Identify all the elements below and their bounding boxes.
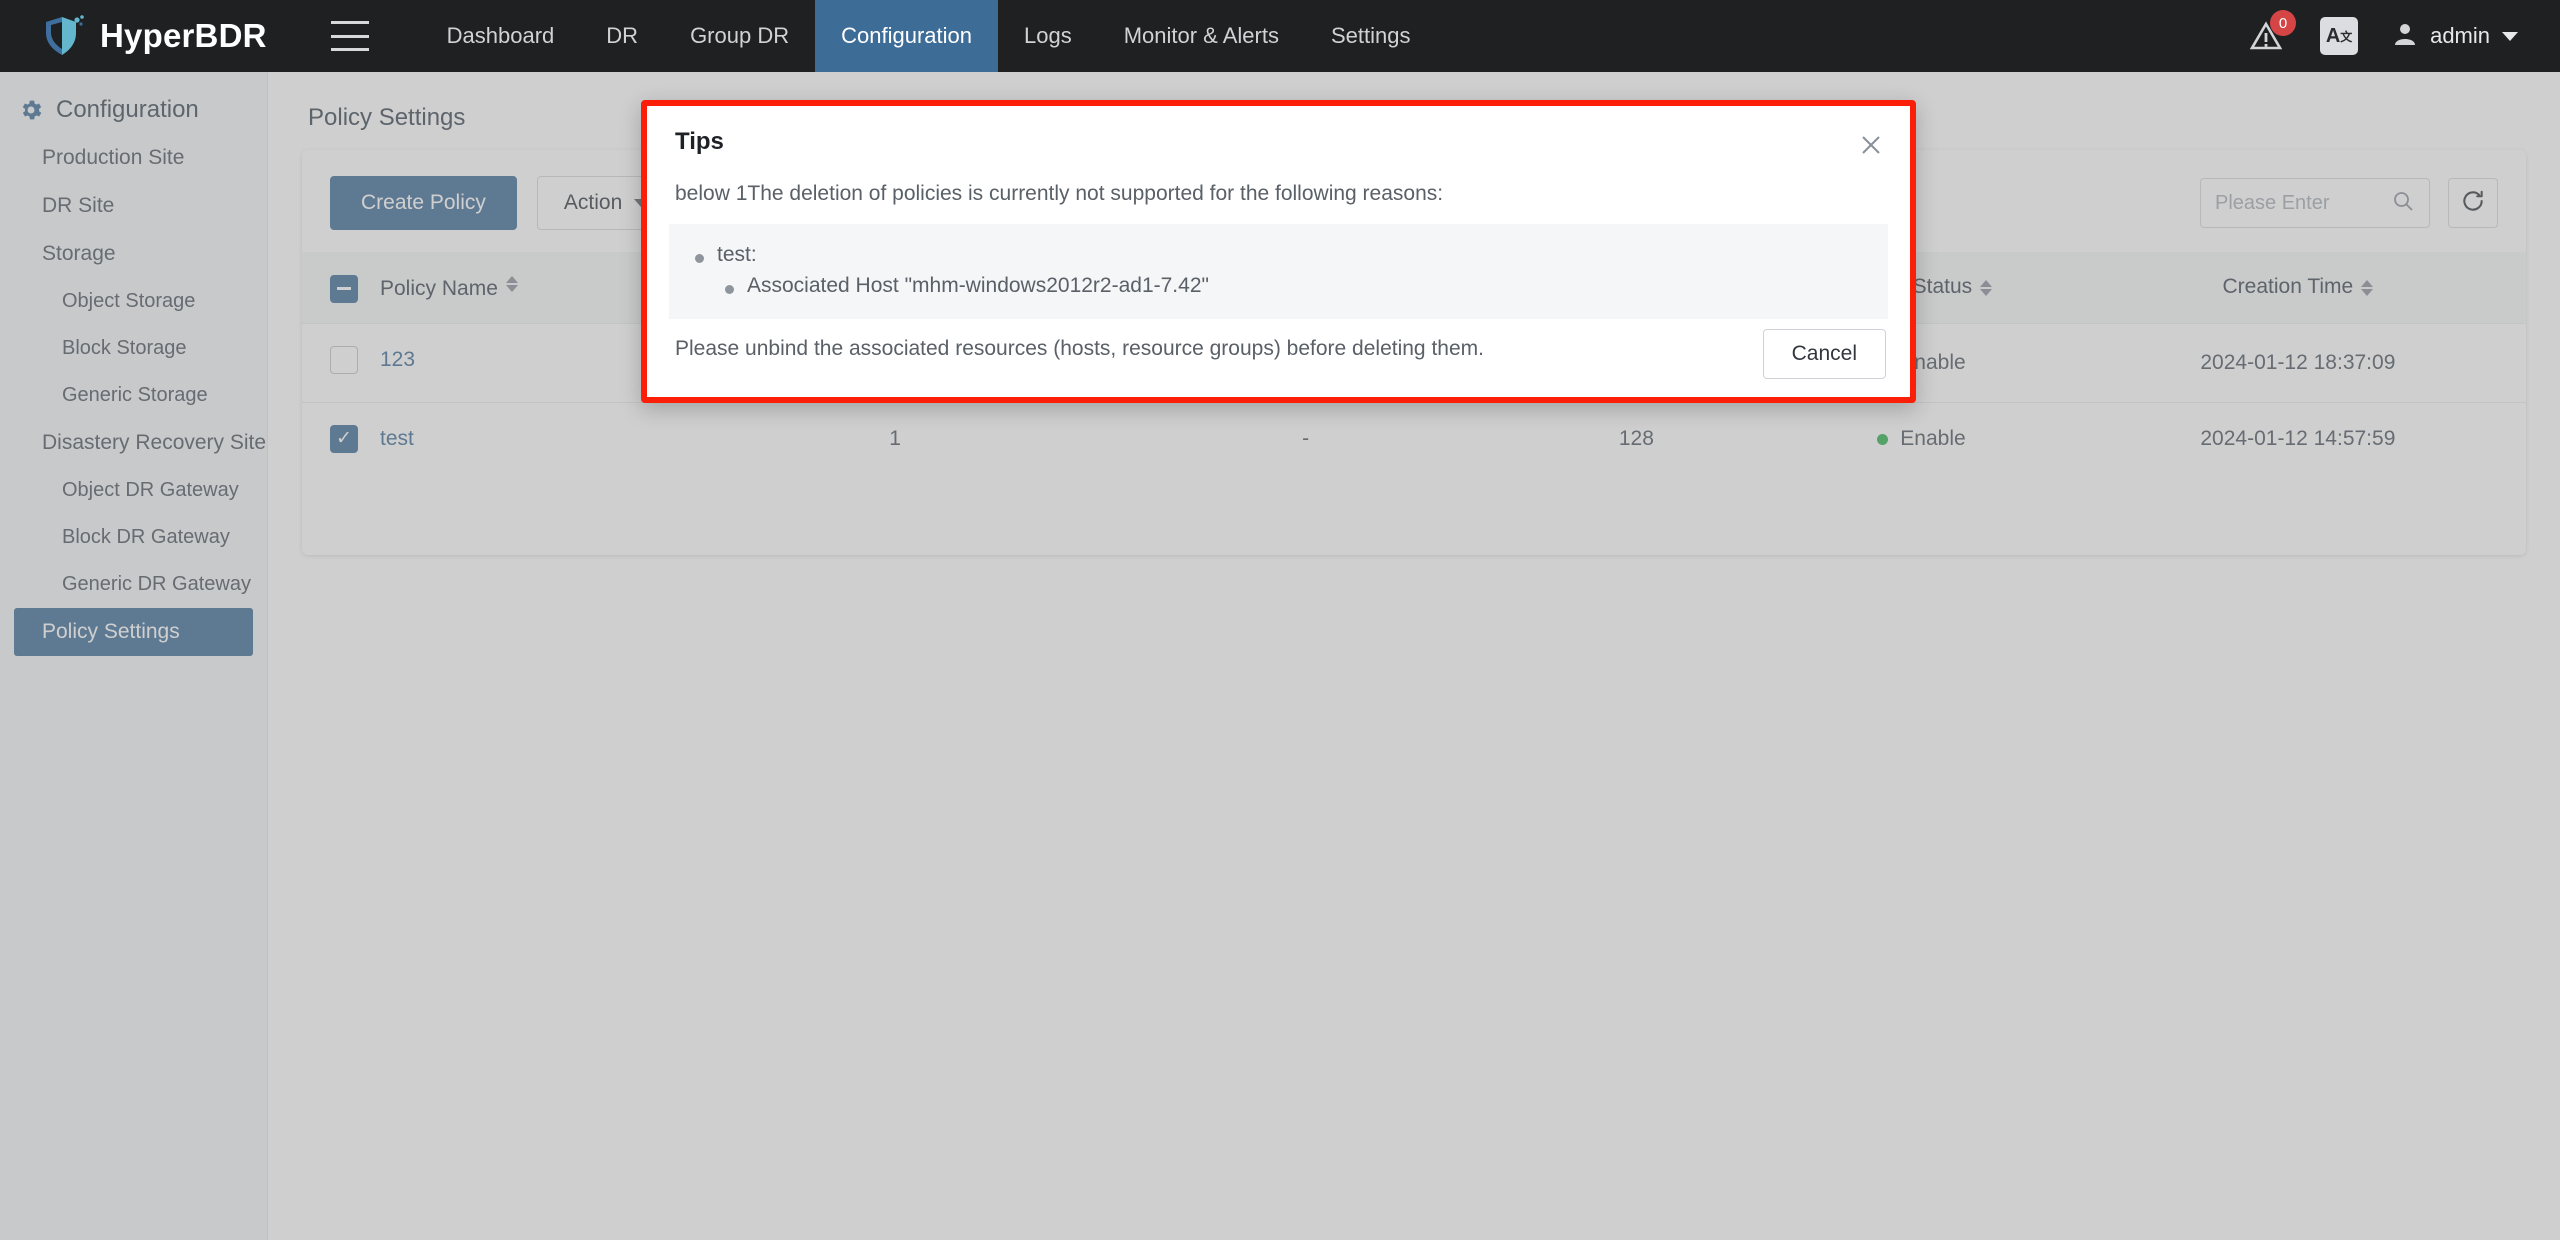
nav-item-settings[interactable]: Settings <box>1305 0 1437 72</box>
cell-retain-count: 128 <box>1499 401 1774 475</box>
reason-item: test: Associated Host "mhm-windows2012r2… <box>687 243 1870 298</box>
alert-count-badge: 0 <box>2270 10 2297 36</box>
sidebar-item-list: Production Site DR Site Storage Object Stor… <box>0 134 267 656</box>
sidebar-item-object-storage[interactable]: Object Storage <box>0 278 267 325</box>
sidebar-title-label: Configuration <box>56 96 199 123</box>
dialog-lead-text: below 1The deletion of policies is curre… <box>675 182 1444 205</box>
nav-item-configuration[interactable]: Configuration <box>815 0 998 72</box>
brand-name: HyperBDR <box>100 17 267 54</box>
cell-policy-status: Enable <box>1773 401 2070 475</box>
toolbar-right-cluster <box>2200 178 2498 228</box>
dialog-title: Tips <box>675 128 724 155</box>
language-glyph: 文 <box>2340 29 2353 44</box>
dialog-note-text: Please unbind the associated resources (… <box>675 337 1484 360</box>
policy-name-link[interactable]: test <box>380 427 414 451</box>
search-box[interactable] <box>2200 178 2430 228</box>
nav-item-monitor-alerts[interactable]: Monitor & Alerts <box>1098 0 1305 72</box>
sidebar-item-object-dr-gateway[interactable]: Object DR Gateway <box>0 467 267 514</box>
column-header-label: Creation Time <box>2222 275 2354 299</box>
primary-nav: Dashboard DR Group DR Configuration Logs Moni… <box>421 0 1437 72</box>
cell-creation-time: 2024-01-12 18:37:09 <box>2069 322 2526 402</box>
gear-icon <box>18 97 44 123</box>
user-avatar-icon <box>2392 21 2418 52</box>
sub-reason-item: Associated Host "mhm-windows2012r2-ad1-7… <box>717 274 1870 298</box>
cell-dash: - <box>1111 401 1500 475</box>
chevron-down-icon <box>2502 31 2518 41</box>
status-badge: Enable <box>1900 426 1966 450</box>
sort-toggle-icon[interactable] <box>1980 279 1993 296</box>
brand-logo[interactable]: HyperBDR <box>40 13 267 59</box>
topbar-right-cluster: 0 A文 admin <box>2246 10 2518 56</box>
table-row[interactable]: ✓ test 1-128 Enable 2024-01-12 14:57:59 <box>302 401 2526 475</box>
sidebar-item-disastery-recovery-site[interactable]: Disastery Recovery Site <box>0 419 267 467</box>
nav-item-dr[interactable]: DR <box>580 0 664 72</box>
reason-label: test: <box>717 243 757 266</box>
shield-logo-icon <box>40 13 86 59</box>
row-select-cell: ✓ test <box>302 401 679 475</box>
row-checkbox[interactable]: ✓ <box>330 424 358 453</box>
top-navigation-bar: HyperBDR Dashboard DR Group DR Configuratio… <box>0 0 2560 72</box>
close-icon[interactable] <box>1854 128 1888 162</box>
dialog-reason-list: test: Associated Host "mhm-windows2012r2… <box>669 224 1888 319</box>
cell-creation-time: 2024-01-12 14:57:59 <box>2069 401 2526 475</box>
nav-item-dashboard[interactable]: Dashboard <box>421 0 581 72</box>
select-all-checkbox[interactable] <box>330 274 358 303</box>
sidebar-title: Configuration <box>0 72 267 134</box>
user-menu[interactable]: admin <box>2392 21 2518 52</box>
status-dot-icon <box>1877 433 1889 445</box>
create-policy-button[interactable]: Create Policy <box>330 176 517 230</box>
policy-name-link[interactable]: 123 <box>380 348 415 372</box>
sidebar-item-block-storage[interactable]: Block Storage <box>0 325 267 372</box>
sidebar-item-production-site[interactable]: Production Site <box>0 134 267 182</box>
hamburger-menu-icon[interactable] <box>330 21 369 51</box>
refresh-icon <box>2460 188 2486 219</box>
sidebar-item-policy-settings[interactable]: Policy Settings <box>14 608 253 656</box>
cell-interval: 1 <box>678 401 1112 475</box>
sort-toggle-icon[interactable] <box>2361 279 2374 296</box>
action-dropdown-label: Action <box>563 191 623 214</box>
language-letter: A <box>2325 24 2341 47</box>
column-header-label: Policy Name <box>380 276 498 300</box>
cancel-button[interactable]: Cancel <box>1762 329 1886 379</box>
search-icon[interactable] <box>2391 189 2415 218</box>
sidebar: Configuration Production Site DR Site Stor… <box>0 72 268 1240</box>
column-header-name[interactable]: Policy Name <box>302 252 679 323</box>
language-translate-icon[interactable]: A文 <box>2320 17 2359 55</box>
tips-dialog: Tips below 1The deletion of policies is … <box>641 100 1916 403</box>
row-select-cell: 123 <box>302 322 679 402</box>
row-checkbox[interactable] <box>330 345 358 374</box>
search-input[interactable] <box>2215 191 2391 215</box>
sort-toggle-icon[interactable] <box>505 276 518 293</box>
nav-item-group-dr[interactable]: Group DR <box>664 0 815 72</box>
user-name: admin <box>2430 23 2490 48</box>
sidebar-item-generic-dr-gateway[interactable]: Generic DR Gateway <box>0 561 267 608</box>
sidebar-item-dr-site[interactable]: DR Site <box>0 182 267 230</box>
sidebar-item-generic-storage[interactable]: Generic Storage <box>0 372 267 419</box>
sidebar-item-block-dr-gateway[interactable]: Block DR Gateway <box>0 514 267 561</box>
sidebar-item-storage[interactable]: Storage <box>0 230 267 278</box>
refresh-button[interactable] <box>2448 178 2498 228</box>
column-header-created[interactable]: Creation Time <box>2069 252 2526 323</box>
alert-warning-icon[interactable]: 0 <box>2246 10 2297 56</box>
nav-item-logs[interactable]: Logs <box>998 0 1098 72</box>
dialog-footer: Cancel <box>1762 329 1886 379</box>
